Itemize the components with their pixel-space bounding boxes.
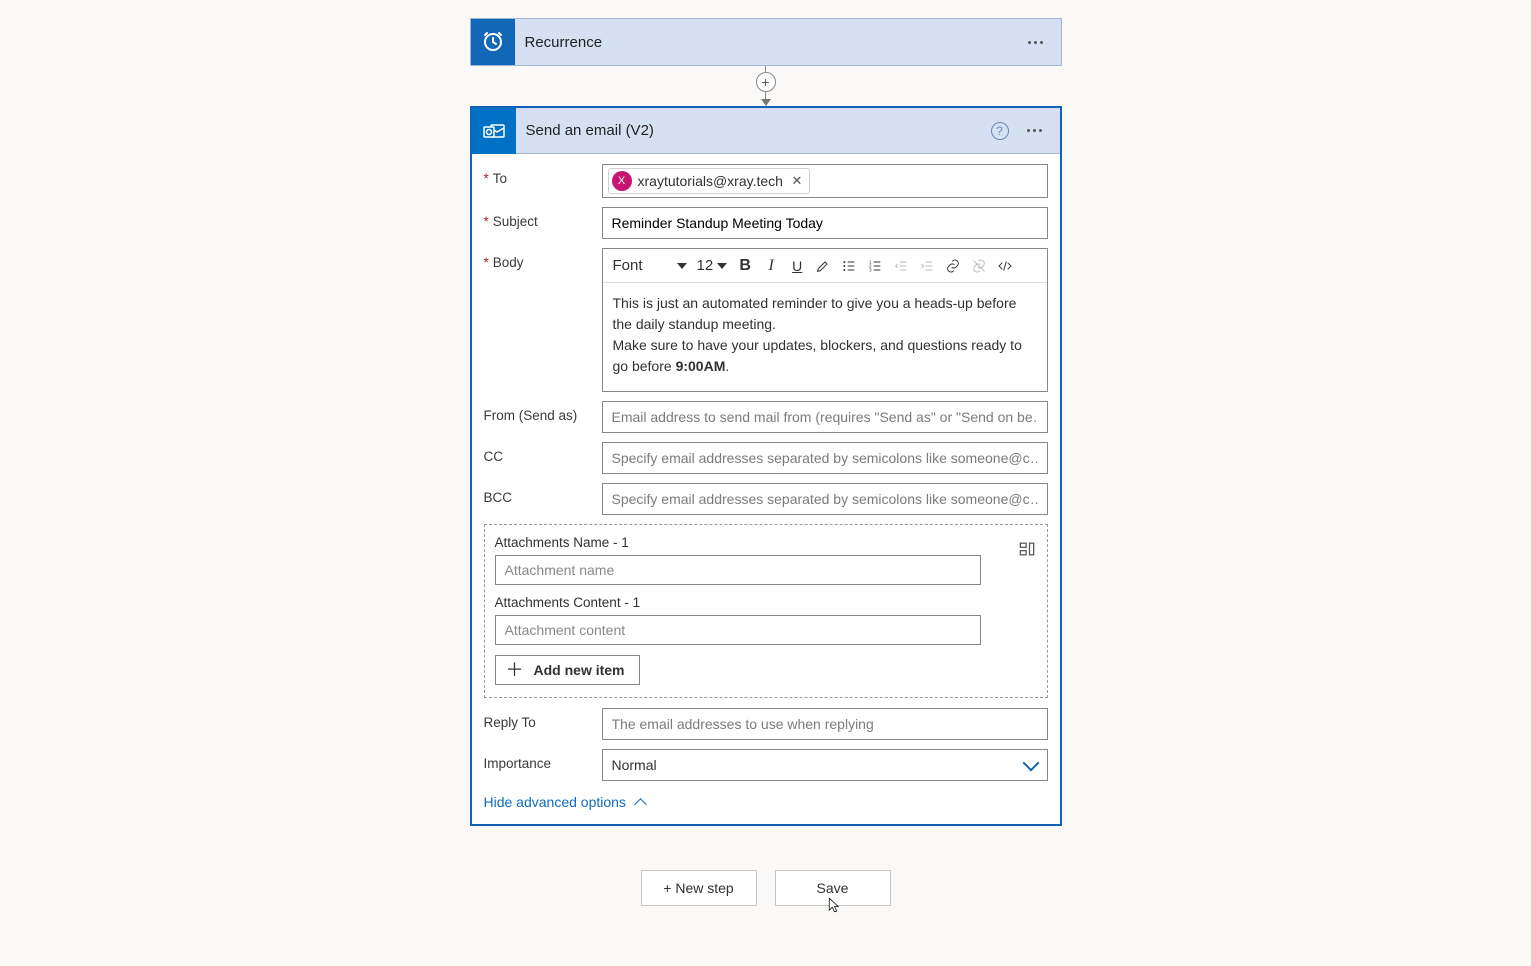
importance-value: Normal bbox=[612, 757, 657, 773]
outdent-button[interactable] bbox=[889, 252, 913, 280]
chip-email: xraytutorials@xray.tech bbox=[638, 173, 783, 189]
italic-button[interactable]: I bbox=[759, 252, 783, 280]
attach-name-input[interactable] bbox=[495, 555, 981, 585]
from-label: From (Send as) bbox=[484, 401, 602, 423]
action-menu-button[interactable] bbox=[1023, 125, 1046, 136]
subject-label: *Subject bbox=[484, 207, 602, 229]
body-editor[interactable]: This is just an automated reminder to gi… bbox=[603, 283, 1047, 391]
plus-icon: ＋ bbox=[506, 661, 524, 679]
bottom-actions: + New step Save bbox=[470, 870, 1062, 906]
cc-label: CC bbox=[484, 442, 602, 464]
rich-text-toolbar: Font 12 B I U bbox=[603, 249, 1047, 283]
cursor-icon bbox=[824, 893, 842, 917]
attach-content-label: Attachments Content - 1 bbox=[495, 595, 1037, 610]
attach-content-input[interactable] bbox=[495, 615, 981, 645]
recipient-chip[interactable]: X xraytutorials@xray.tech ✕ bbox=[608, 168, 810, 194]
indent-button[interactable] bbox=[915, 252, 939, 280]
new-step-button[interactable]: + New step bbox=[641, 870, 757, 906]
attachments-group: Attachments Name - 1 Attachments Content… bbox=[484, 524, 1048, 698]
subject-input[interactable] bbox=[602, 207, 1048, 239]
unlink-button[interactable] bbox=[967, 252, 991, 280]
font-family-select[interactable]: Font bbox=[607, 252, 691, 280]
svg-text:3: 3 bbox=[869, 267, 872, 272]
body-text-2a: Make sure to have your updates, blockers… bbox=[613, 337, 1022, 374]
action-title: Send an email (V2) bbox=[516, 122, 991, 139]
bcc-input[interactable] bbox=[602, 483, 1048, 515]
chevron-down-icon bbox=[1022, 755, 1039, 772]
reply-to-input[interactable] bbox=[602, 708, 1048, 740]
bullet-list-button[interactable] bbox=[837, 252, 861, 280]
help-icon[interactable]: ? bbox=[991, 122, 1009, 140]
clock-icon bbox=[471, 19, 515, 65]
from-input[interactable] bbox=[602, 401, 1048, 433]
save-button[interactable]: Save bbox=[775, 870, 891, 906]
bold-button[interactable]: B bbox=[733, 252, 757, 280]
importance-select[interactable]: Normal bbox=[602, 749, 1048, 781]
to-input[interactable]: X xraytutorials@xray.tech ✕ bbox=[602, 164, 1048, 198]
to-label: *To bbox=[484, 164, 602, 186]
body-text-2c: . bbox=[725, 358, 729, 374]
link-button[interactable] bbox=[941, 252, 965, 280]
reply-to-label: Reply To bbox=[484, 708, 602, 730]
trigger-menu-button[interactable] bbox=[1024, 37, 1047, 48]
body-text-1: This is just an automated reminder to gi… bbox=[613, 295, 1017, 332]
attach-name-label: Attachments Name - 1 bbox=[495, 535, 1037, 550]
chevron-up-icon bbox=[634, 798, 647, 811]
number-list-button[interactable]: 123 bbox=[863, 252, 887, 280]
code-view-button[interactable] bbox=[993, 252, 1017, 280]
underline-button[interactable]: U bbox=[785, 252, 809, 280]
font-size-select[interactable]: 12 bbox=[693, 257, 732, 274]
avatar-icon: X bbox=[612, 171, 632, 191]
trigger-card[interactable]: Recurrence bbox=[470, 18, 1062, 66]
hide-advanced-options-link[interactable]: Hide advanced options bbox=[484, 794, 645, 810]
cc-input[interactable] bbox=[602, 442, 1048, 474]
arrow-down-icon bbox=[761, 99, 771, 106]
body-text-2b: 9:00AM bbox=[676, 358, 726, 374]
highlight-button[interactable] bbox=[811, 252, 835, 280]
connector: + bbox=[470, 66, 1062, 106]
switch-array-mode-icon[interactable] bbox=[1017, 539, 1037, 559]
add-new-item-button[interactable]: ＋ Add new item bbox=[495, 655, 640, 685]
body-label: *Body bbox=[484, 248, 602, 270]
importance-label: Importance bbox=[484, 749, 602, 771]
remove-chip-icon[interactable]: ✕ bbox=[789, 173, 805, 189]
insert-step-button[interactable]: + bbox=[756, 72, 776, 92]
action-card: Send an email (V2) ? *To X xraytutorials… bbox=[470, 106, 1062, 826]
outlook-icon bbox=[472, 108, 516, 154]
bcc-label: BCC bbox=[484, 483, 602, 505]
trigger-title: Recurrence bbox=[515, 34, 1024, 51]
